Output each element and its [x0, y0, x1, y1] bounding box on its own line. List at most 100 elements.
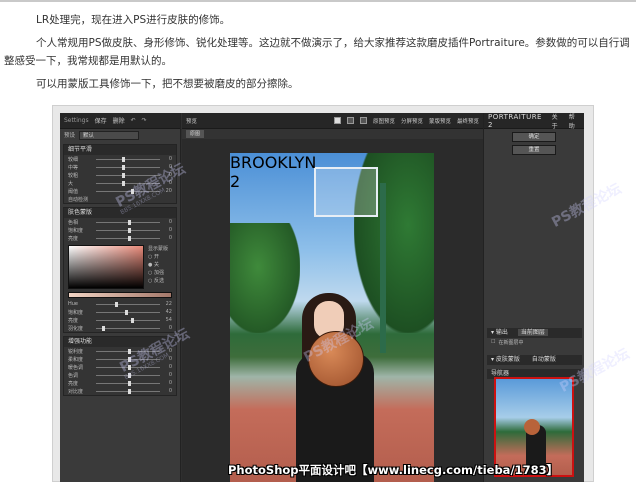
slider-row[interactable]: 大0	[64, 179, 176, 187]
slider-track[interactable]	[96, 317, 160, 323]
mask-option-title: 显示蒙版	[148, 246, 169, 252]
single-view-icon[interactable]	[333, 117, 341, 124]
slider-knob[interactable]	[128, 372, 131, 378]
slider-knob[interactable]	[128, 235, 131, 241]
opt-mask-preview[interactable]: 蒙版预览	[429, 117, 451, 125]
new-layer-label: 在新图层中	[498, 339, 524, 346]
slider-row[interactable]: 亮度 54	[64, 316, 176, 324]
slider-row[interactable]: 较粗 0	[64, 171, 176, 179]
slider-track[interactable]	[96, 235, 160, 241]
slider-row[interactable]: 暖色调 0	[64, 363, 176, 371]
skin-mask-panel-header[interactable]: ▾ 皮肤蒙版 自动蒙版	[487, 355, 582, 365]
slider-row[interactable]: 饱和度 0	[64, 226, 176, 234]
slider-track[interactable]	[96, 156, 160, 162]
brand-title: PORTRAITURE 2	[488, 113, 542, 129]
delete-button[interactable]: 删除	[113, 116, 125, 125]
slider-knob[interactable]	[121, 164, 125, 170]
help-button[interactable]: 帮助	[569, 113, 580, 130]
slider-knob[interactable]	[102, 325, 106, 331]
redo-icon[interactable]: ↷	[142, 117, 147, 124]
slider-knob[interactable]	[128, 388, 131, 394]
slider-knob[interactable]	[124, 309, 128, 315]
slider-value: 0	[168, 235, 172, 241]
auto-mask-button[interactable]: 自动蒙版	[532, 356, 556, 363]
slider-knob[interactable]	[128, 356, 131, 362]
color-gradient-picker[interactable]	[68, 245, 144, 289]
slider-value: 0	[168, 372, 172, 378]
preset-select[interactable]: 默认	[79, 130, 140, 140]
enhancements-section: 增强功能 锐利度 0 柔和度 0 暖色调 0 色调 0 亮度 0 对比度 0	[63, 336, 177, 396]
slider-knob[interactable]	[131, 317, 135, 323]
opt-final-preview[interactable]: 最终预览	[457, 117, 479, 125]
slider-track[interactable]	[96, 388, 160, 394]
slider-track[interactable]	[96, 372, 160, 378]
slider-row[interactable]: 中等 0	[64, 163, 176, 171]
slider-knob[interactable]	[115, 301, 119, 307]
slider-track[interactable]	[96, 380, 160, 386]
output-title: 输出	[495, 329, 508, 336]
slider-row[interactable]: 饱和度 42	[64, 308, 176, 316]
slider-row[interactable]: 较细 0	[64, 155, 176, 163]
detail-smoothing-header[interactable]: 细节平滑	[64, 145, 176, 155]
slider-track[interactable]	[96, 348, 160, 354]
about-button[interactable]: 关于	[552, 113, 563, 130]
slider-track[interactable]	[96, 219, 160, 225]
save-button[interactable]: 保存	[95, 116, 107, 125]
opt-split-preview[interactable]: 分屏预览	[401, 117, 423, 125]
tab-original[interactable]: 原图	[186, 130, 205, 138]
preview-photo[interactable]	[230, 153, 434, 482]
enhancements-header[interactable]: 增强功能	[64, 337, 176, 347]
slider-label: 饱和度	[68, 227, 84, 234]
slider-row[interactable]: 色相 0	[64, 218, 176, 226]
slider-track[interactable]	[96, 309, 160, 315]
right-panel: PORTRAITURE 2 关于 帮助 确定 重置 ▾ 输出 当前图层 ☐ 在新…	[483, 113, 584, 482]
slider-track[interactable]	[96, 180, 160, 186]
ok-button[interactable]: 确定	[512, 132, 556, 142]
slider-track[interactable]	[96, 301, 160, 307]
slider-row[interactable]: 对比度 0	[64, 387, 176, 395]
slider-row[interactable]: 亮度 0	[64, 234, 176, 242]
slider-track[interactable]	[96, 364, 160, 370]
slider-knob[interactable]	[121, 156, 125, 162]
slider-track[interactable]	[96, 188, 160, 194]
reset-button[interactable]: 重置	[512, 145, 556, 155]
mask-option-radio[interactable]: ○ 加强	[148, 269, 168, 277]
slider-track[interactable]	[96, 356, 160, 362]
output-select[interactable]: 当前图层	[517, 329, 548, 336]
slider-track[interactable]	[96, 164, 160, 170]
mask-option-radio[interactable]: ● 关	[148, 261, 168, 269]
slider-track[interactable]	[96, 227, 160, 233]
compare-view-icon[interactable]	[359, 117, 367, 124]
slider-value: 20	[165, 188, 172, 194]
slider-row[interactable]: 柔和度 0	[64, 355, 176, 363]
slider-row[interactable]: 锐利度 0	[64, 347, 176, 355]
slider-label: 暖色调	[68, 364, 84, 371]
slider-knob[interactable]	[121, 180, 125, 186]
new-layer-checkbox[interactable]: ☐ 在新图层中	[487, 338, 582, 346]
slider-row[interactable]: 亮度 0	[64, 379, 176, 387]
skin-tone-swatch[interactable]	[68, 292, 172, 298]
slider-knob[interactable]	[128, 219, 131, 225]
slider-knob[interactable]	[128, 227, 131, 233]
output-header[interactable]: ▾ 输出 当前图层	[487, 328, 582, 338]
skin-mask-header[interactable]: 肤色蒙版	[64, 208, 176, 218]
slider-track[interactable]	[96, 325, 160, 331]
auto-detect-row[interactable]: 自动检测	[64, 195, 176, 203]
slider-row[interactable]: 色调 0	[64, 371, 176, 379]
undo-icon[interactable]: ↶	[131, 117, 136, 124]
slider-track[interactable]	[96, 172, 160, 178]
slider-label: 饱和度	[68, 309, 84, 316]
slider-row[interactable]: 阈值 20	[64, 187, 176, 195]
mask-option-radio[interactable]: ○ 开	[148, 253, 168, 261]
slider-knob[interactable]	[128, 364, 131, 370]
slider-knob[interactable]	[128, 380, 131, 386]
slider-knob[interactable]	[131, 188, 135, 194]
slider-row[interactable]: Hue 22	[64, 300, 176, 308]
slider-knob[interactable]	[128, 348, 131, 354]
slider-row[interactable]: 羽化度 0	[64, 324, 176, 332]
article-paragraph-3: 可以用蒙版工具修饰一下，把不想要被磨皮的部分擦除。	[36, 78, 299, 90]
mask-option-radio[interactable]: ○ 反选	[148, 277, 168, 285]
slider-knob[interactable]	[121, 172, 125, 178]
split-view-icon[interactable]	[346, 117, 354, 124]
opt-original-preview[interactable]: 原图预览	[373, 117, 395, 125]
